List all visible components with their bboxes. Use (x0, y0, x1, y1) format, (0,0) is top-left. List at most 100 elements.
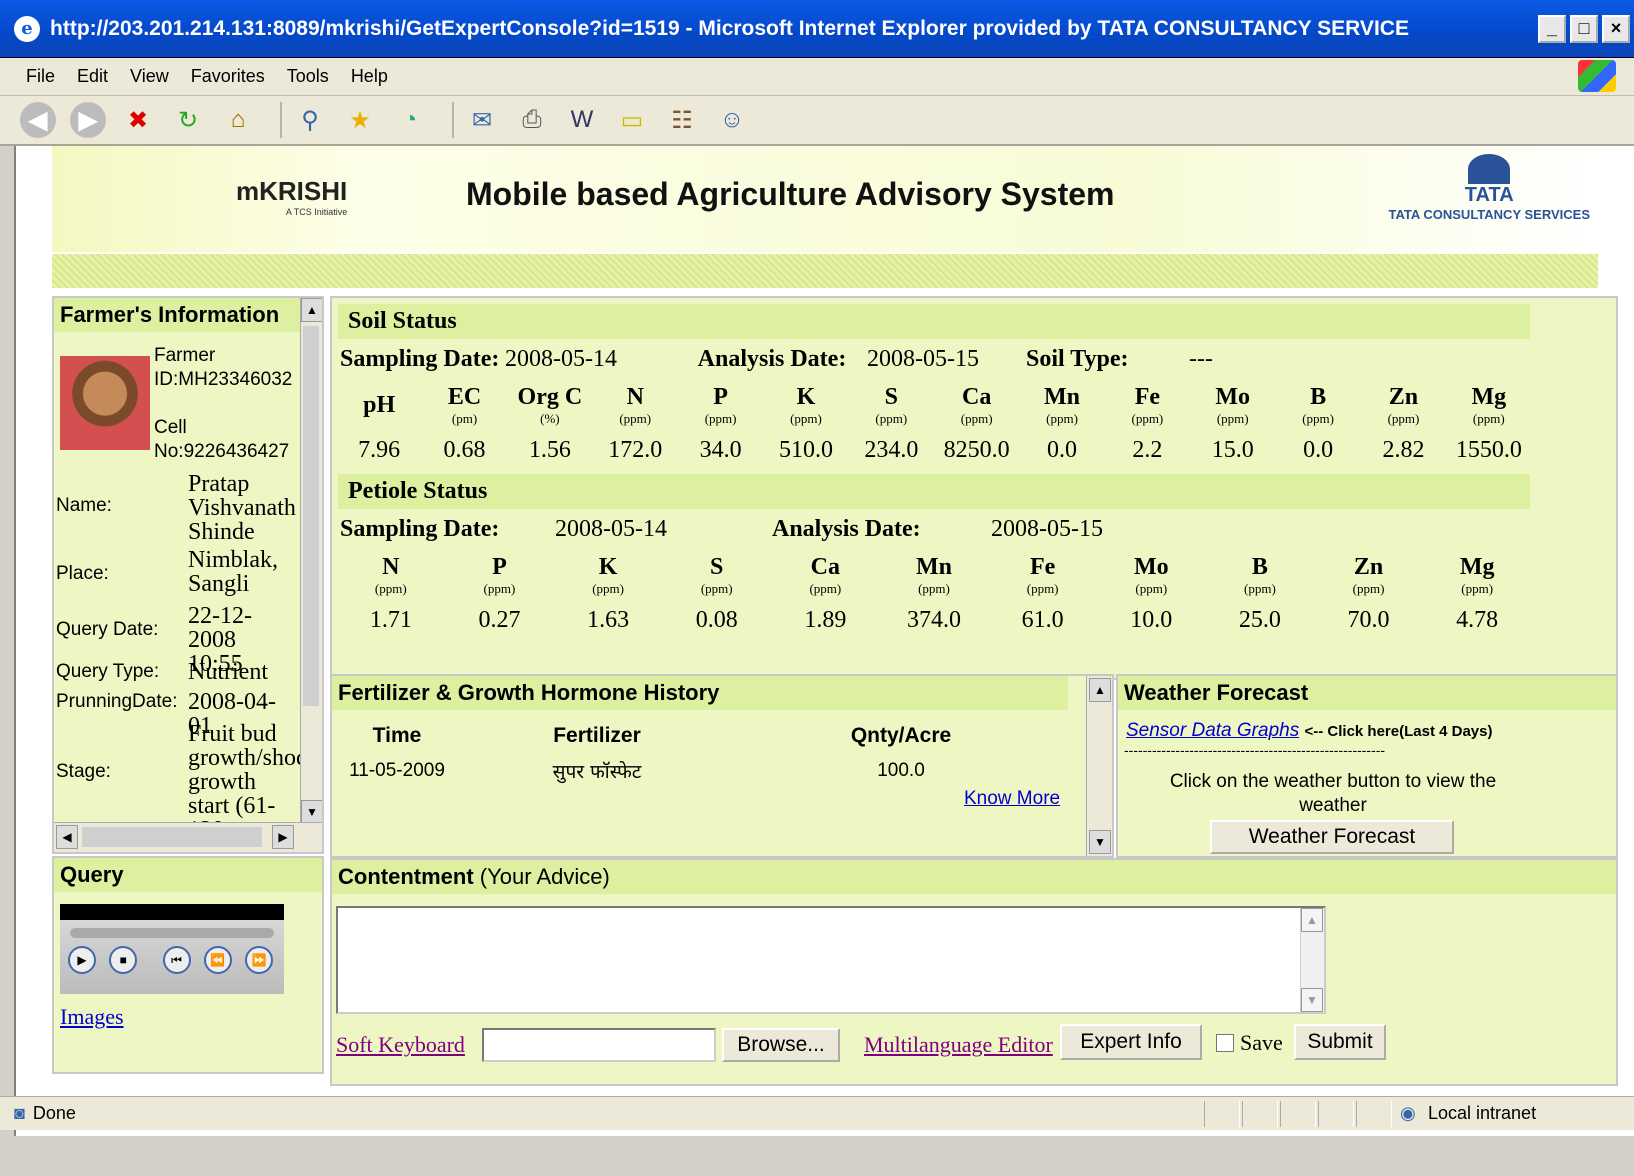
fast-forward-icon[interactable]: ⏩ (245, 946, 274, 974)
status-bar: ◙ Done ◉ Local intranet (0, 1096, 1634, 1130)
fert-name-cell: सुपर फॉस्फेट (459, 755, 735, 787)
petiole-value-0: 1.71 (338, 603, 444, 637)
expert-info-button[interactable]: Expert Info (1060, 1024, 1202, 1060)
menu-edit[interactable]: Edit (77, 66, 108, 87)
weather-forecast-button[interactable]: Weather Forecast (1210, 820, 1454, 854)
petiole-header-9: Zn (ppm) (1315, 550, 1422, 600)
favorites-star-icon[interactable]: ★ (342, 102, 378, 138)
research-icon[interactable]: ☷ (664, 102, 700, 138)
submit-button[interactable]: Submit (1294, 1024, 1386, 1060)
scroll-down-icon[interactable]: ▼ (1301, 988, 1323, 1012)
previous-icon[interactable]: ⏮ (162, 946, 191, 974)
soil-value-13: 1550.0 (1447, 433, 1530, 467)
soil-header-2: Org C (%) (508, 380, 592, 430)
petiole-nutrient-unit: (ppm) (1352, 580, 1385, 596)
home-icon[interactable]: ⌂ (220, 102, 256, 138)
petiole-header-1: P (ppm) (446, 550, 553, 600)
soil-value-3: 172.0 (594, 433, 677, 467)
tata-brand: TATA (1464, 184, 1514, 206)
weather-info-text: Click on the weather button to view the … (1169, 771, 1497, 816)
stop-icon[interactable]: ✖ (120, 102, 156, 138)
back-icon[interactable]: ◀ (20, 102, 56, 138)
zone-text: Local intranet (1428, 1103, 1537, 1123)
save-checkbox[interactable] (1216, 1034, 1234, 1052)
edit-word-icon[interactable]: W (564, 102, 600, 138)
know-more-link[interactable]: Know More (964, 788, 1060, 810)
fertilizer-scrollbar[interactable]: ▲ ▼ (1086, 676, 1112, 856)
player-seek-slider[interactable] (70, 928, 274, 938)
menu-favorites[interactable]: Favorites (191, 66, 265, 87)
petiole-value-3: 0.08 (663, 603, 770, 637)
menu-file[interactable]: File (26, 66, 55, 87)
scroll-down-icon[interactable]: ▼ (301, 800, 322, 824)
stage-label: Stage: (56, 761, 111, 782)
farmer-row-prunning: PrunningDate: 2008-04-01 (56, 690, 300, 738)
search-icon[interactable]: ⚲ (292, 102, 328, 138)
mail-icon[interactable]: ✉ (464, 102, 500, 138)
history-icon[interactable]: ◔ (392, 102, 428, 138)
rewind-icon[interactable]: ⏪ (203, 946, 232, 974)
scroll-up-icon[interactable]: ▲ (1089, 678, 1111, 702)
petiole-value-9: 70.0 (1315, 603, 1422, 637)
soil-status-panel: Soil Status Sampling Date: 2008-05-14 An… (330, 296, 1618, 680)
scroll-up-icon[interactable]: ▲ (1301, 908, 1323, 932)
soil-nutrient-unit: (ppm) (704, 410, 737, 426)
farmer-horizontal-scrollbar[interactable]: ◀ ▶ (54, 822, 322, 852)
soft-keyboard-link[interactable]: Soft Keyboard (336, 1032, 465, 1058)
farmer-row-place: Place: Nimblak, Sangli (56, 548, 300, 596)
tata-emblem-icon (1468, 154, 1511, 184)
menu-view[interactable]: View (130, 66, 169, 87)
petiole-header-3: S (ppm) (663, 550, 770, 600)
petiole-nutrient-name: Fe (1029, 553, 1056, 580)
soil-value-6: 234.0 (850, 433, 933, 467)
soil-nutrient-unit: (ppm) (619, 410, 652, 426)
fertilizer-table: Time Fertilizer Qnty/Acre 11-05-2009 सुप… (338, 720, 1066, 787)
contentment-panel: Contentment (Your Advice) ▲ ▼ Soft Keybo… (330, 858, 1618, 1086)
messenger-icon[interactable]: ☺ (714, 102, 750, 138)
soil-value-10: 15.0 (1191, 433, 1274, 467)
forward-icon[interactable]: ▶ (70, 102, 106, 138)
petiole-nutrient-name: Mo (1133, 553, 1169, 580)
soil-header-7: Ca (ppm) (935, 380, 1018, 430)
soil-nutrient-name: Mo (1215, 383, 1251, 410)
browse-button[interactable]: Browse... (722, 1028, 840, 1062)
minimize-button[interactable]: _ (1538, 14, 1566, 43)
multilanguage-editor-link[interactable]: Multilanguage Editor (864, 1032, 1053, 1058)
farmer-vertical-scrollbar[interactable]: ▲ ▼ (300, 298, 322, 824)
menu-tools[interactable]: Tools (287, 66, 329, 87)
menu-help[interactable]: Help (351, 66, 388, 87)
soil-nutrient-unit: (ppm) (1387, 410, 1420, 426)
prunning-label: PrunningDate: (56, 691, 178, 712)
petiole-nutrient-unit: (ppm) (374, 580, 407, 596)
refresh-icon[interactable]: ↻ (170, 102, 206, 138)
scroll-right-icon[interactable]: ▶ (272, 825, 294, 849)
header-band (52, 254, 1598, 288)
play-icon[interactable]: ▶ (68, 946, 96, 974)
farmer-info-panel: Farmer's Information Farmer ID:MH2334603… (52, 296, 324, 854)
discuss-icon[interactable]: ▭ (614, 102, 650, 138)
scroll-down-icon[interactable]: ▼ (1089, 830, 1111, 854)
close-button[interactable]: × (1602, 14, 1630, 43)
stop-icon[interactable]: ■ (109, 946, 138, 974)
advice-scrollbar[interactable]: ▲ ▼ (1300, 908, 1324, 1012)
sensor-data-graphs-link[interactable]: Sensor Data Graphs (1126, 720, 1299, 741)
images-link[interactable]: Images (60, 1004, 124, 1030)
soil-nutrient-unit: (ppm) (1302, 410, 1334, 426)
soil-dates-row: Sampling Date: 2008-05-14 Analysis Date:… (338, 342, 1545, 376)
soil-value-12: 2.82 (1362, 433, 1445, 467)
scroll-up-icon[interactable]: ▲ (301, 298, 322, 322)
farmer-row-name: Name: Pratap Vishvanath Shinde (56, 472, 300, 544)
maximize-button[interactable]: □ (1570, 14, 1598, 43)
scroll-left-icon[interactable]: ◀ (56, 825, 78, 849)
audio-player[interactable]: ▶ ■ ⏮ ⏪ ⏩ (60, 904, 284, 994)
scroll-thumb[interactable] (303, 326, 319, 706)
fert-time-cell: 11-05-2009 (338, 755, 456, 787)
soil-nutrient-unit: (ppm) (790, 410, 822, 426)
advice-textarea[interactable]: ▲ ▼ (336, 906, 1326, 1014)
weather-heading: Weather Forecast (1118, 676, 1616, 710)
soil-header-5: K (ppm) (764, 380, 848, 430)
file-path-input[interactable] (482, 1028, 716, 1062)
print-icon[interactable]: ⎙ (514, 102, 550, 138)
h-scroll-thumb[interactable] (82, 827, 262, 847)
query-heading: Query (54, 858, 322, 892)
